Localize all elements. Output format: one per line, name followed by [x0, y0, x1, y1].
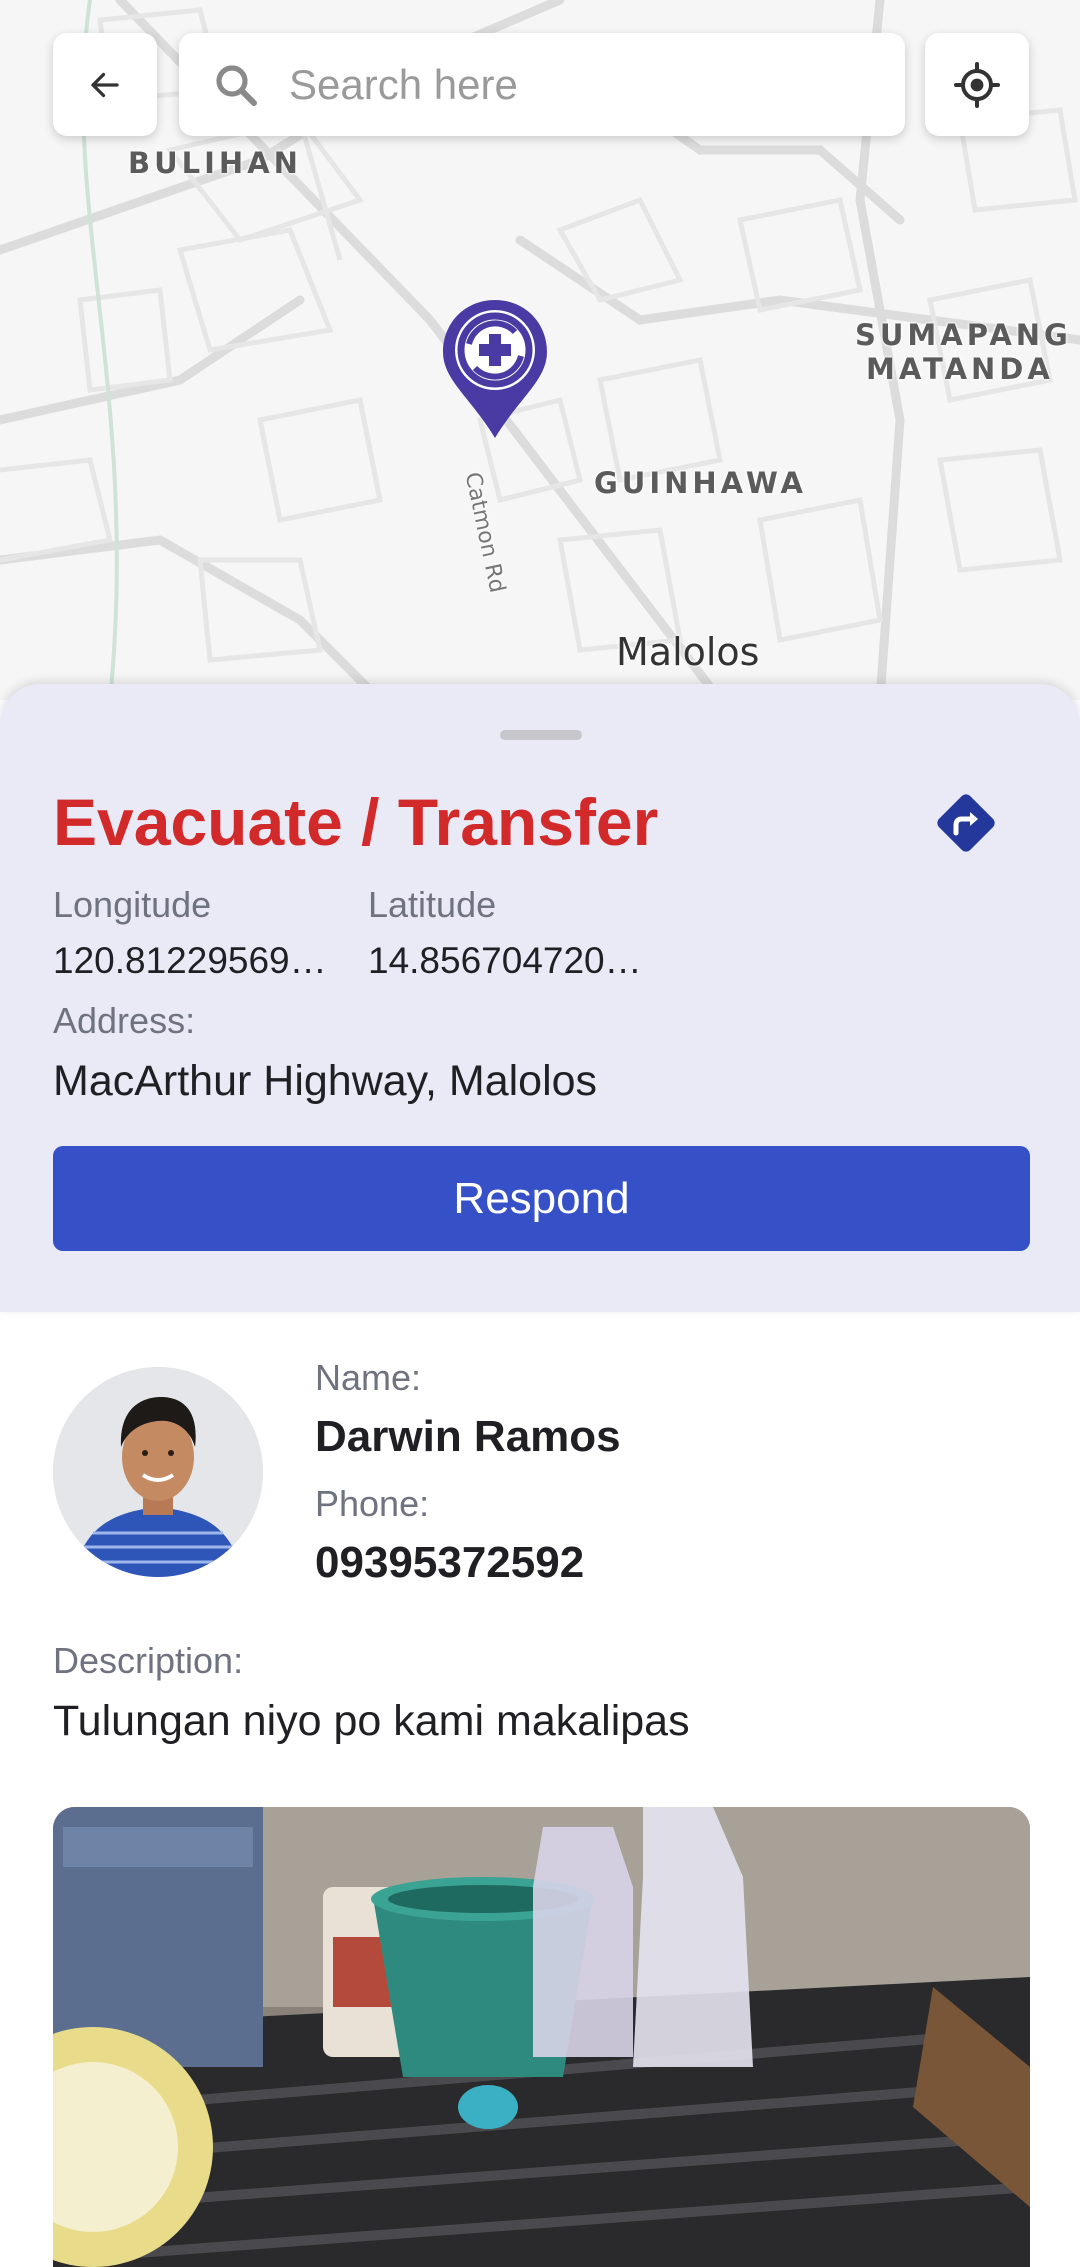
name-label: Name: — [315, 1357, 422, 1398]
back-button[interactable] — [53, 33, 157, 136]
incident-photo[interactable] — [53, 1807, 1030, 2267]
latitude-label: Latitude — [368, 884, 497, 925]
my-location-button[interactable] — [925, 33, 1029, 136]
incident-photo-image — [53, 1807, 1030, 2267]
address-value: MacArthur Highway, Malolos — [53, 1057, 598, 1105]
crosshair-icon — [954, 61, 1000, 108]
search-icon — [211, 60, 261, 110]
map-pin-icon[interactable] — [441, 298, 549, 440]
map-label-guinhawa: GUINHAWA — [594, 466, 807, 500]
latitude-value: 14.8567047200… — [368, 940, 658, 981]
phone-label: Phone: — [315, 1483, 430, 1524]
description-text: Tulungan niyo po kami makalipas — [53, 1697, 690, 1745]
avatar — [53, 1367, 263, 1577]
search-bar[interactable] — [179, 33, 905, 136]
map-label-matanda: MATANDA — [866, 352, 1054, 386]
map-view[interactable]: BULIHAN SUMAPANG MATANDA GUINHAWA Malolo… — [0, 0, 1080, 700]
directions-icon[interactable] — [930, 787, 1002, 859]
reporter-photo — [53, 1367, 263, 1577]
address-label: Address: — [53, 1000, 196, 1041]
map-label-bulihan: BULIHAN — [128, 146, 302, 180]
incident-type-title: Evacuate / Transfer — [53, 785, 659, 859]
reporter-phone[interactable]: 09395372592 — [315, 1538, 584, 1588]
reporter-name: Darwin Ramos — [315, 1412, 621, 1461]
longitude-value: 120.812295693… — [53, 940, 338, 981]
description-label: Description: — [53, 1640, 244, 1681]
map-label-sumapang: SUMAPANG — [855, 318, 1072, 352]
drag-handle[interactable] — [500, 730, 582, 740]
respond-button[interactable]: Respond — [53, 1146, 1030, 1251]
incident-panel: Evacuate / Transfer Longitude Latitude 1… — [0, 684, 1080, 1312]
map-label-malolos: Malolos — [616, 630, 760, 674]
longitude-label: Longitude — [53, 884, 212, 925]
arrow-left-icon — [91, 72, 119, 97]
search-input[interactable] — [287, 59, 851, 110]
